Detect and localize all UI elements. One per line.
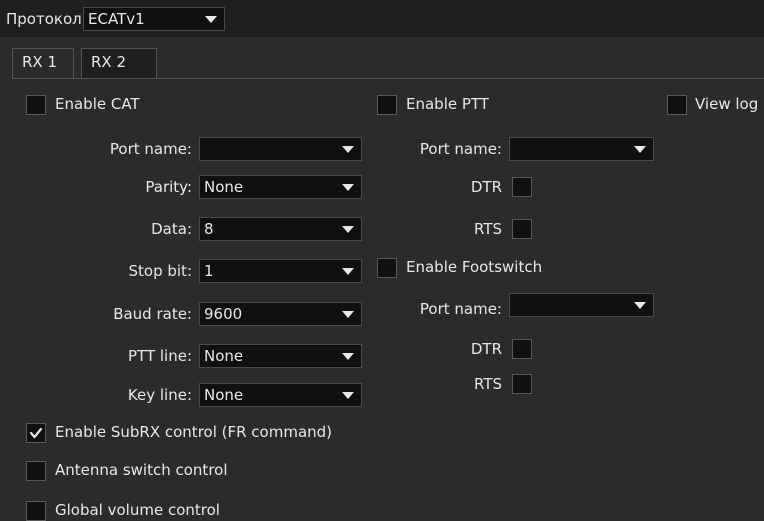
chevron-down-icon xyxy=(634,146,646,153)
ptt-port-name-select[interactable] xyxy=(509,137,654,161)
data-bits-select[interactable]: 8 xyxy=(199,217,362,241)
view-log-label: View log xyxy=(695,95,759,113)
chevron-down-icon xyxy=(634,302,646,309)
ptt-line-select[interactable]: None xyxy=(199,344,362,368)
footswitch-dtr-checkbox[interactable] xyxy=(512,339,532,359)
chevron-down-icon xyxy=(342,353,354,360)
parity-select[interactable]: None xyxy=(199,175,362,199)
global-volume-checkbox[interactable] xyxy=(26,501,46,521)
cat-port-name-select[interactable] xyxy=(199,137,362,161)
ptt-dtr-label: DTR xyxy=(470,178,502,196)
key-line-select[interactable]: None xyxy=(199,383,362,407)
footswitch-dtr-label: DTR xyxy=(470,340,502,358)
antenna-switch-checkbox[interactable] xyxy=(26,461,46,481)
tab-rx1[interactable]: RX 1 xyxy=(12,48,74,78)
stop-bit-value: 1 xyxy=(204,262,214,280)
protocol-label: Протокол: xyxy=(6,10,87,28)
parity-value: None xyxy=(204,178,244,196)
chevron-down-icon xyxy=(342,226,354,233)
chevron-down-icon xyxy=(342,311,354,318)
check-icon xyxy=(29,427,43,439)
footswitch-rts-label: RTS xyxy=(473,375,502,393)
enable-cat-label: Enable CAT xyxy=(55,95,140,113)
enable-ptt-label: Enable PTT xyxy=(406,95,489,113)
key-line-value: None xyxy=(204,386,244,404)
protocol-select[interactable]: ECATv1 xyxy=(83,7,225,31)
cat-port-name-label: Port name: xyxy=(109,140,192,158)
enable-cat-checkbox[interactable] xyxy=(26,95,46,115)
chevron-down-icon xyxy=(342,184,354,191)
protocol-select-value: ECATv1 xyxy=(88,10,145,28)
chevron-down-icon xyxy=(205,16,217,23)
enable-subrx-label: Enable SubRX control (FR command) xyxy=(55,423,333,441)
ptt-dtr-checkbox[interactable] xyxy=(512,177,532,197)
tab-panel-border xyxy=(12,78,764,79)
top-bar: Протокол: ECATv1 xyxy=(0,0,764,37)
enable-ptt-checkbox[interactable] xyxy=(377,95,397,115)
stop-bit-select[interactable]: 1 xyxy=(199,259,362,283)
ptt-line-label: PTT line: xyxy=(128,347,192,365)
enable-footswitch-label: Enable Footswitch xyxy=(406,258,543,276)
stop-bit-label: Stop bit: xyxy=(128,262,193,280)
view-log-checkbox[interactable] xyxy=(667,95,687,115)
key-line-label: Key line: xyxy=(127,386,192,404)
chevron-down-icon xyxy=(342,392,354,399)
baud-rate-label: Baud rate: xyxy=(113,305,192,323)
footswitch-port-name-label: Port name: xyxy=(419,300,502,318)
ptt-rts-checkbox[interactable] xyxy=(512,219,532,239)
antenna-switch-label: Antenna switch control xyxy=(55,461,228,479)
data-bits-label: Data: xyxy=(151,220,192,238)
enable-subrx-checkbox[interactable] xyxy=(26,423,46,443)
enable-footswitch-checkbox[interactable] xyxy=(377,258,397,278)
baud-rate-select[interactable]: 9600 xyxy=(199,302,362,326)
footswitch-rts-checkbox[interactable] xyxy=(512,374,532,394)
footswitch-port-name-select[interactable] xyxy=(509,293,654,317)
parity-label: Parity: xyxy=(145,178,192,196)
baud-rate-value: 9600 xyxy=(204,305,243,323)
ptt-line-value: None xyxy=(204,347,244,365)
data-bits-value: 8 xyxy=(204,220,214,238)
tab-rx2[interactable]: RX 2 xyxy=(81,48,157,78)
chevron-down-icon xyxy=(342,268,354,275)
ptt-port-name-label: Port name: xyxy=(419,140,502,158)
chevron-down-icon xyxy=(342,146,354,153)
global-volume-label: Global volume control xyxy=(55,501,220,519)
ptt-rts-label: RTS xyxy=(473,220,502,238)
